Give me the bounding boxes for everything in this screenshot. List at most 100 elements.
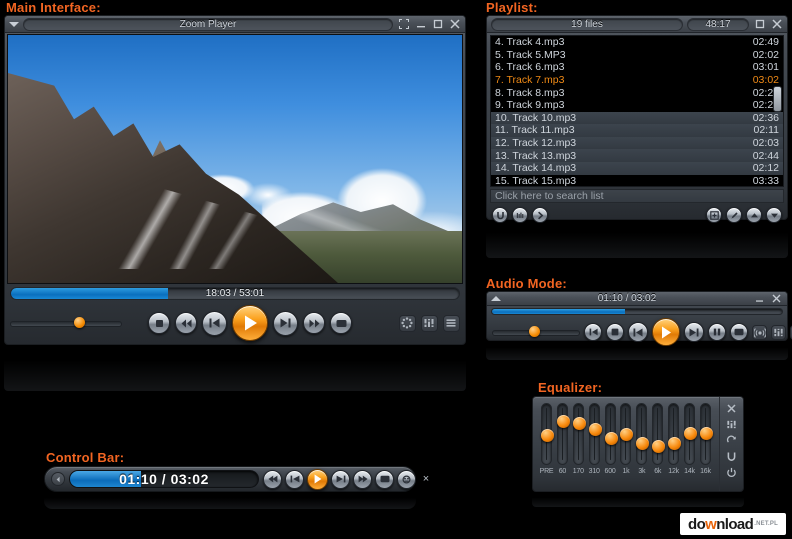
minimize-icon[interactable] [414,18,427,31]
fullscreen-toggle-button[interactable] [330,312,353,334]
equalizer-band-knob[interactable] [699,426,713,440]
equalizer-band-knob[interactable] [604,432,618,446]
next-button[interactable] [273,310,299,336]
equalizer-band-track[interactable] [588,403,602,465]
playlist-scrollbar-thumb[interactable] [773,86,782,112]
play-button[interactable] [232,305,269,341]
equalizer-band-track[interactable] [572,403,586,465]
collapse-arrow-icon[interactable] [491,296,501,301]
equalizer-band-track[interactable] [699,403,713,465]
equalizer-icon[interactable] [723,417,741,431]
settings-button[interactable] [397,469,416,489]
close-icon[interactable] [770,292,783,305]
move-up-button[interactable] [746,207,762,223]
volume-slider[interactable] [10,315,122,331]
reset-icon[interactable] [723,433,741,447]
equalizer-band-track[interactable] [541,403,554,465]
equalizer-band-track[interactable] [620,403,634,465]
edit-button[interactable] [726,207,742,223]
equalizer-band[interactable]: 1k [619,403,634,488]
shuffle-button[interactable] [512,207,528,223]
equalizer-band-knob[interactable] [541,428,554,442]
maximize-icon[interactable] [431,18,444,31]
fast-forward-button[interactable] [303,312,326,334]
next-track-button[interactable] [532,207,548,223]
audio-mode-volume-slider[interactable] [492,324,580,340]
shape-icon[interactable] [723,449,741,463]
screen-button[interactable] [375,469,394,489]
playlist-row[interactable]: 12. Track 12.mp3 02:03 [491,136,783,150]
rewind-button[interactable] [263,469,282,489]
close-button[interactable]: × [420,473,432,485]
equalizer-band[interactable]: 6k [651,403,666,488]
equalizer-band-knob[interactable] [556,414,570,428]
playlist-search-input[interactable]: Click here to search list [490,189,784,203]
equalizer-band[interactable]: 600 [604,403,618,488]
minimize-icon[interactable] [753,292,766,305]
main-seek-bar[interactable]: 18:03 / 53:01 [10,287,460,300]
equalizer-icon[interactable] [420,314,438,332]
playlist-row[interactable]: 14. Track 14.mp3 02:12 [491,161,783,175]
move-down-button[interactable] [766,207,782,223]
playlist-row[interactable]: 15. Track 15.mp3 03:33 [491,175,783,186]
next-button[interactable] [331,469,350,489]
close-icon[interactable] [723,401,741,415]
playlist-row[interactable]: 4. Track 4.mp3 02:49 [491,36,783,49]
equalizer-band-track[interactable] [604,403,618,465]
control-bar-seek[interactable]: 01:10 / 03:02 [69,470,259,488]
playlist-row[interactable]: 13. Track 13.mp3 02:44 [491,149,783,162]
previous-button[interactable] [285,469,304,489]
video-display[interactable] [7,34,463,284]
equalizer-band[interactable]: 14k [683,403,698,488]
equalizer-band-knob[interactable] [636,437,650,451]
equalizer-band[interactable]: 12k [667,403,682,488]
equalizer-band[interactable]: 170 [572,403,586,488]
broadcast-icon[interactable] [752,324,767,340]
equalizer-band[interactable]: PRE [540,403,554,488]
rewind-button[interactable] [175,312,198,334]
equalizer-band-knob[interactable] [684,426,698,440]
playlist-row[interactable]: 11. Track 11.mp3 02:11 [491,124,783,137]
equalizer-band-track[interactable] [652,403,666,465]
close-icon[interactable] [770,18,783,31]
next-button[interactable] [684,322,704,342]
equalizer-band[interactable]: 16k [699,403,713,488]
stop-button[interactable] [148,312,171,334]
stop-button[interactable] [606,323,624,341]
equalizer-band-knob[interactable] [668,437,682,451]
equalizer-band-track[interactable] [684,403,698,465]
play-button[interactable] [307,468,328,490]
equalizer-band-track[interactable] [556,403,570,465]
equalizer-band-track[interactable] [636,403,650,465]
loop-button[interactable] [492,207,508,223]
fast-forward-button[interactable] [353,469,372,489]
audio-mode-seek-bar[interactable] [491,308,783,315]
playlist-row[interactable]: 6. Track 6.mp3 03:01 [491,61,783,74]
rewind-button[interactable] [584,323,602,341]
menu-icon[interactable] [442,314,460,332]
playlist-row[interactable]: 7. Track 7.mp3 03:02 [491,74,783,87]
settings-dots-icon[interactable] [398,314,416,332]
playlist-row[interactable]: 5. Track 5.MP3 02:02 [491,49,783,62]
equalizer-band[interactable]: 3k [635,403,650,488]
equalizer-band[interactable]: 60 [556,403,570,488]
equalizer-icon[interactable] [771,324,786,340]
maximize-icon[interactable] [753,18,766,31]
playlist-row[interactable]: 8. Track 8.mp3 02:25 [491,86,783,99]
equalizer-band-track[interactable] [668,403,682,465]
pause-button[interactable] [708,323,726,341]
equalizer-band-knob[interactable] [620,427,634,441]
previous-button[interactable] [202,310,228,336]
play-button[interactable] [652,318,680,346]
menu-arrow-icon[interactable] [9,21,19,27]
playlist-track-list[interactable]: 4. Track 4.mp3 02:49 5. Track 5.MP3 02:02 6.… [490,35,784,187]
power-icon[interactable] [723,465,741,479]
playlist-row[interactable]: 10. Track 10.mp3 02:36 [491,111,783,125]
add-file-button[interactable] [706,207,722,223]
equalizer-band-knob[interactable] [572,416,586,430]
collapse-left-icon[interactable] [51,472,65,486]
previous-button[interactable] [628,322,648,342]
close-icon[interactable] [448,18,461,31]
playlist-row[interactable]: 9. Track 9.mp3 02:24 [491,99,783,112]
equalizer-band-knob[interactable] [588,422,602,436]
